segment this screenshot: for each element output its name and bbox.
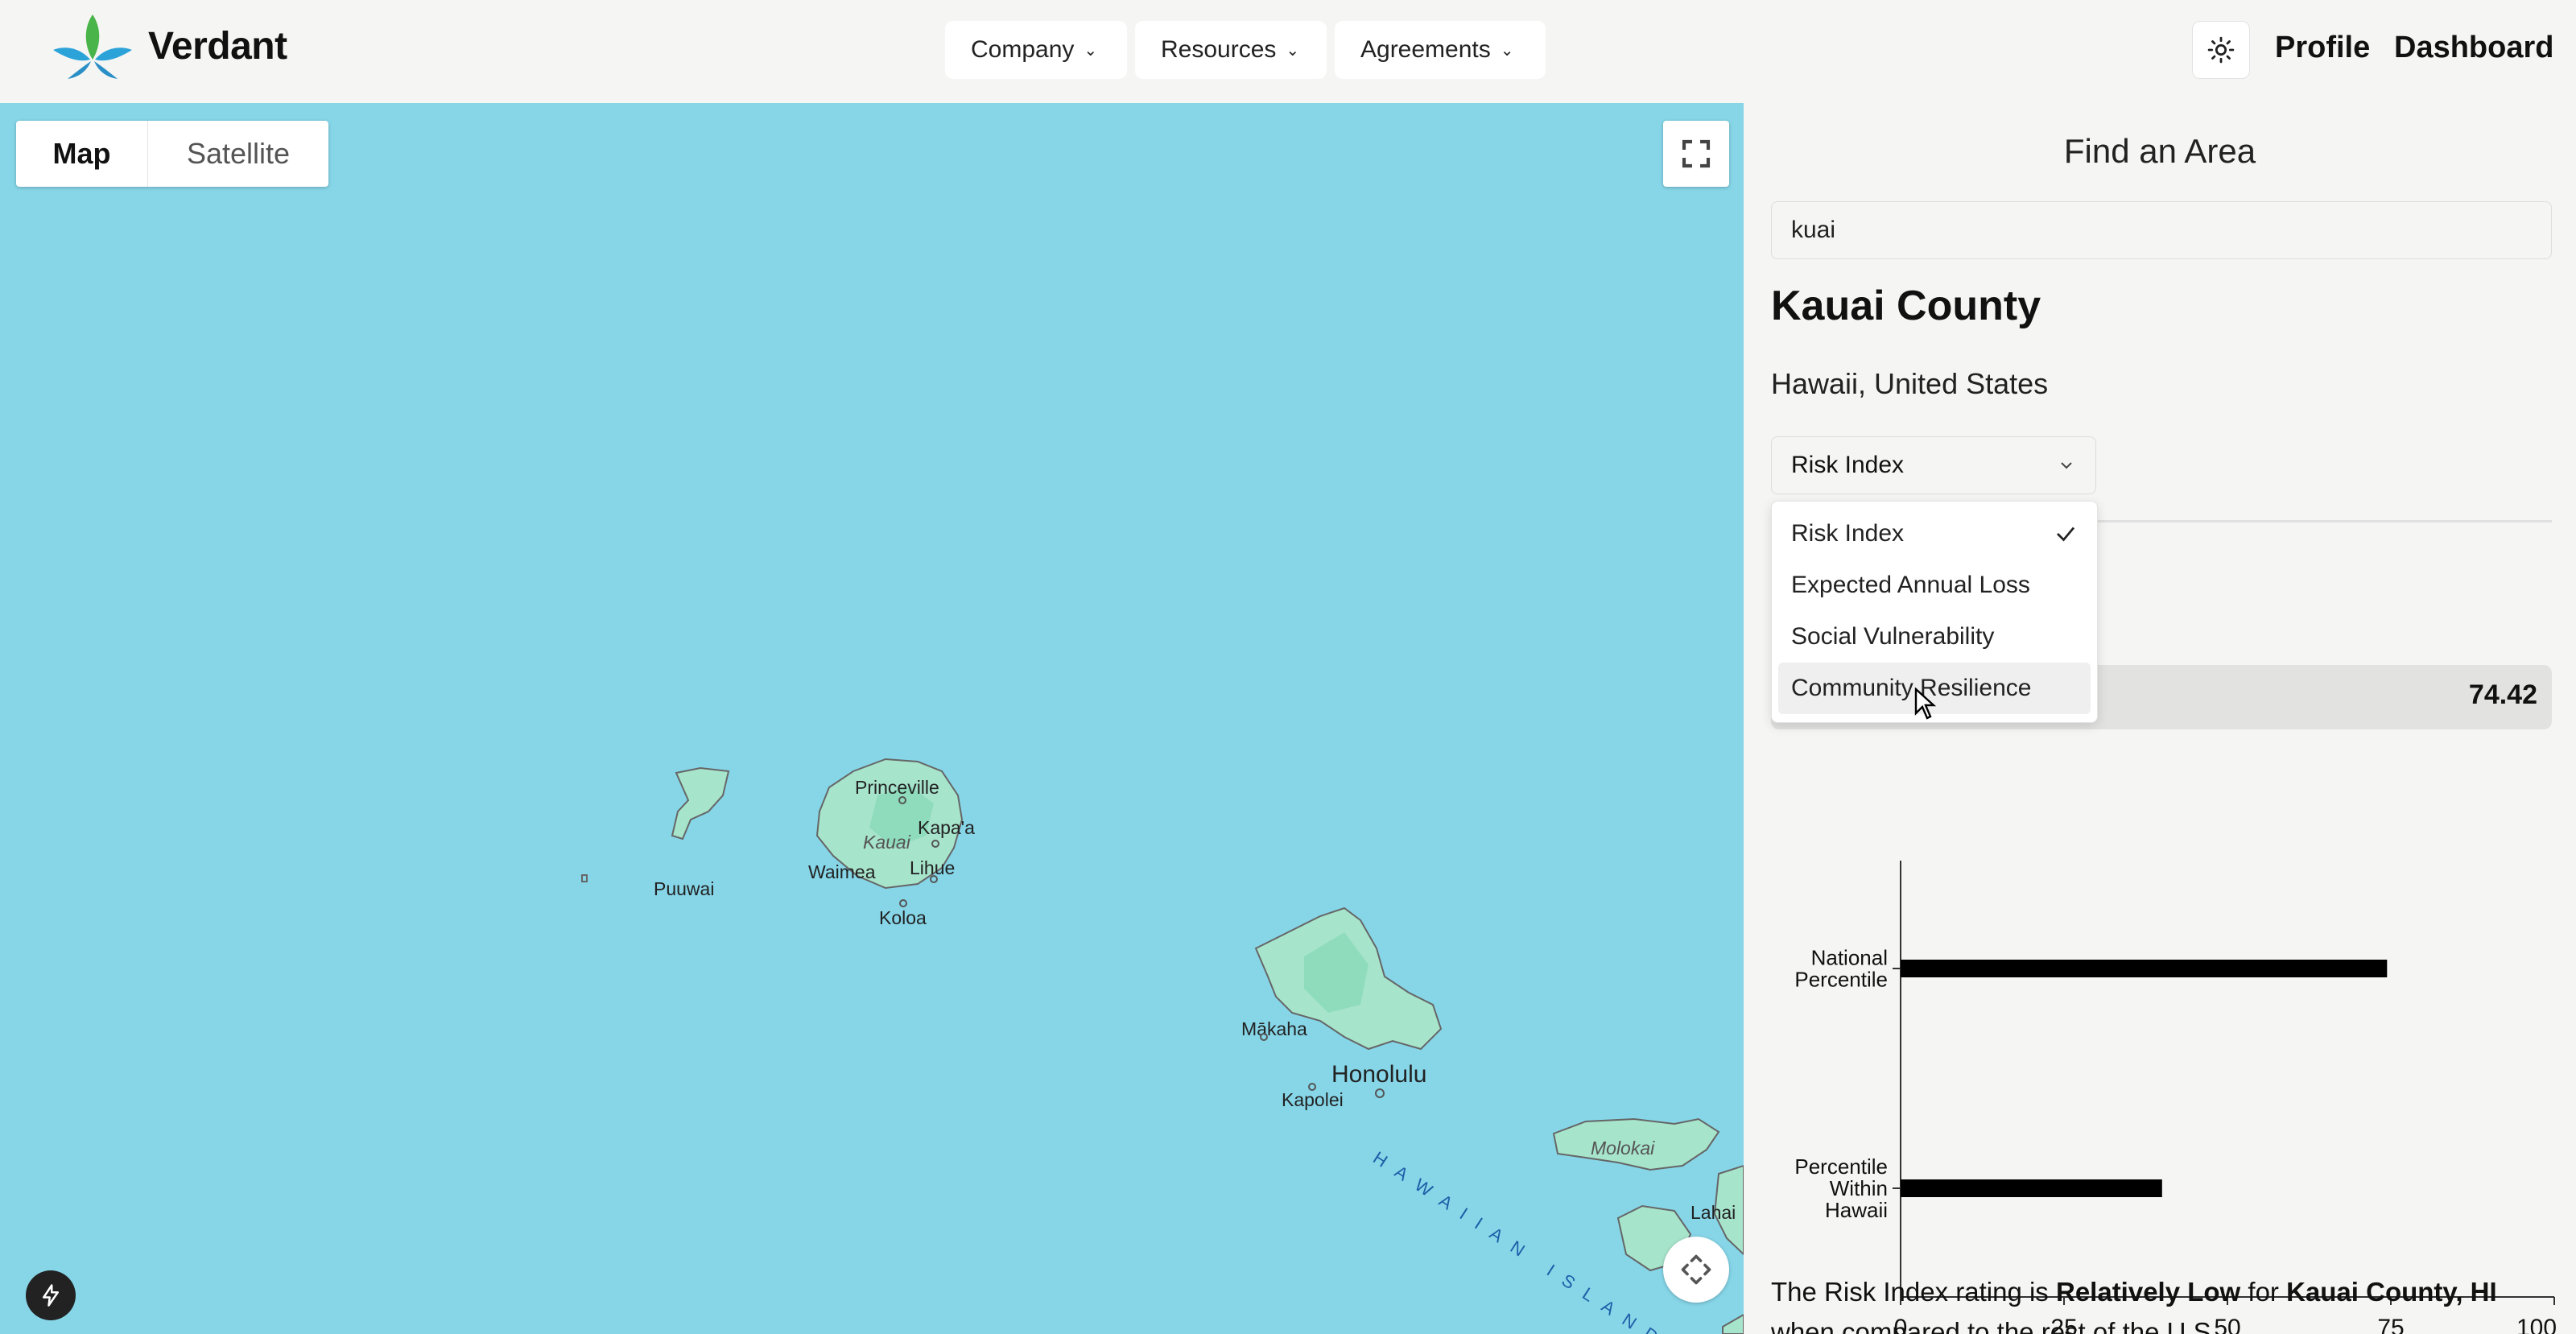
main-nav: Company ⌄ Resources ⌄ Agreements ⌄ bbox=[945, 21, 1546, 79]
risk-rating: Relatively Low bbox=[2055, 1277, 2241, 1307]
chart-category-label: Percentile bbox=[1794, 968, 1888, 992]
chart-category-label: Hawaii bbox=[1825, 1198, 1888, 1222]
hawaii-map: Princeville Kapa'a Kauai Waimea Lihue Pu… bbox=[581, 758, 1744, 1334]
area-details-panel: Find an Area Kauai County Hawaii, United… bbox=[1744, 103, 2576, 1334]
map-label-kauai: Kauai bbox=[863, 832, 911, 853]
sun-icon bbox=[2207, 36, 2235, 64]
brand-name: Verdant bbox=[148, 24, 287, 68]
city-marker bbox=[899, 899, 907, 907]
leaf-logo-icon bbox=[53, 14, 132, 79]
map-label-koloa: Koloa bbox=[879, 907, 927, 928]
option-label: Risk Index bbox=[1791, 520, 1905, 547]
profile-link[interactable]: Profile bbox=[2275, 31, 2370, 65]
map-label-makaha: Mākaha bbox=[1241, 1018, 1307, 1039]
islet-marker bbox=[581, 874, 588, 882]
fullscreen-icon bbox=[1682, 139, 1711, 168]
mouse-cursor-icon bbox=[1914, 688, 1937, 720]
chart-category-label: National bbox=[1811, 946, 1888, 970]
score-value: 74.42 bbox=[2468, 679, 2537, 710]
percentile-bar-chart: NationalPercentilePercentileWithinHawaii… bbox=[1794, 861, 2557, 1334]
map-label-princeville: Princeville bbox=[855, 777, 939, 798]
area-search-input[interactable] bbox=[1771, 201, 2552, 259]
option-label: Community Resilience bbox=[1791, 675, 2032, 701]
top-navigation-bar: Verdant Company ⌄ Resources ⌄ Agreements… bbox=[0, 0, 2576, 103]
city-marker bbox=[1375, 1088, 1385, 1098]
option-label: Expected Annual Loss bbox=[1791, 572, 2030, 598]
map-label-kapolei: Kapolei bbox=[1282, 1089, 1344, 1110]
brand-logo[interactable]: Verdant bbox=[52, 10, 287, 82]
quick-action-button[interactable] bbox=[26, 1270, 76, 1320]
map-label-honolulu: Honolulu bbox=[1331, 1061, 1426, 1088]
lightning-icon bbox=[43, 1284, 59, 1307]
metric-select-value: Risk Index bbox=[1791, 452, 1905, 478]
map-label-lahaina: Lahai bbox=[1690, 1202, 1736, 1223]
map-label-waimea: Waimea bbox=[808, 861, 876, 882]
state-country: Hawaii, United States bbox=[1771, 367, 2049, 400]
map-canvas[interactable]: Princeville Kapa'a Kauai Waimea Lihue Pu… bbox=[0, 103, 1744, 1334]
chevron-down-icon bbox=[2061, 462, 2072, 469]
map-label-lihue: Lihue bbox=[910, 857, 955, 878]
niihau-island bbox=[671, 766, 730, 840]
risk-description: The Risk Index rating is Relatively Low … bbox=[1771, 1272, 2560, 1334]
dropdown-option-risk-index[interactable]: Risk Index bbox=[1778, 508, 2091, 560]
theme-toggle-button[interactable] bbox=[2192, 21, 2250, 79]
chevron-down-icon: ⌄ bbox=[1084, 41, 1098, 60]
chevron-down-icon: ⌄ bbox=[1286, 41, 1300, 60]
chart-category-label: Within bbox=[1830, 1176, 1888, 1200]
nav-resources-label: Resources bbox=[1161, 36, 1277, 63]
pan-arrows-icon bbox=[1681, 1254, 1711, 1285]
satellite-view-button[interactable]: Satellite bbox=[148, 121, 328, 187]
chart-category-label: Percentile bbox=[1794, 1154, 1888, 1179]
county-name: Kauai County bbox=[1771, 283, 2041, 329]
panel-title: Find an Area bbox=[2063, 132, 2256, 170]
description-text: The Risk Index rating is bbox=[1771, 1277, 2056, 1307]
description-text: for bbox=[2240, 1277, 2287, 1307]
nav-agreements-button[interactable]: Agreements ⌄ bbox=[1335, 21, 1546, 79]
map-label-molokai: Molokai bbox=[1591, 1138, 1655, 1158]
nav-agreements-label: Agreements bbox=[1360, 36, 1491, 63]
dashboard-link[interactable]: Dashboard bbox=[2394, 31, 2553, 65]
dropdown-option-social-vulnerability[interactable]: Social Vulnerability bbox=[1778, 611, 2091, 663]
kahoolawe-island bbox=[1722, 1313, 1744, 1334]
metric-select[interactable]: Risk Index bbox=[1771, 436, 2096, 494]
check-icon bbox=[2057, 527, 2075, 542]
nav-company-label: Company bbox=[971, 36, 1075, 63]
option-label: Social Vulnerability bbox=[1791, 623, 1995, 650]
map-view-button[interactable]: Map bbox=[16, 121, 148, 187]
nav-resources-button[interactable]: Resources ⌄ bbox=[1135, 21, 1327, 79]
dropdown-option-expected-annual-loss[interactable]: Expected Annual Loss bbox=[1778, 560, 2091, 611]
map-type-toggle: Map Satellite bbox=[16, 121, 328, 187]
map-label-puuwai: Puuwai bbox=[654, 878, 714, 899]
description-area: Kauai County, HI bbox=[2286, 1277, 2497, 1307]
map-label-kapaa: Kapa'a bbox=[918, 817, 975, 838]
nav-company-button[interactable]: Company ⌄ bbox=[945, 21, 1127, 79]
chart-bar bbox=[1901, 960, 2388, 977]
chart-bar bbox=[1901, 1179, 2162, 1197]
description-text: when compared to the rest of the U.S. bbox=[1771, 1317, 2219, 1334]
chevron-down-icon: ⌄ bbox=[1500, 41, 1514, 60]
map-pan-control[interactable] bbox=[1663, 1237, 1729, 1303]
fullscreen-button[interactable] bbox=[1663, 121, 1729, 187]
